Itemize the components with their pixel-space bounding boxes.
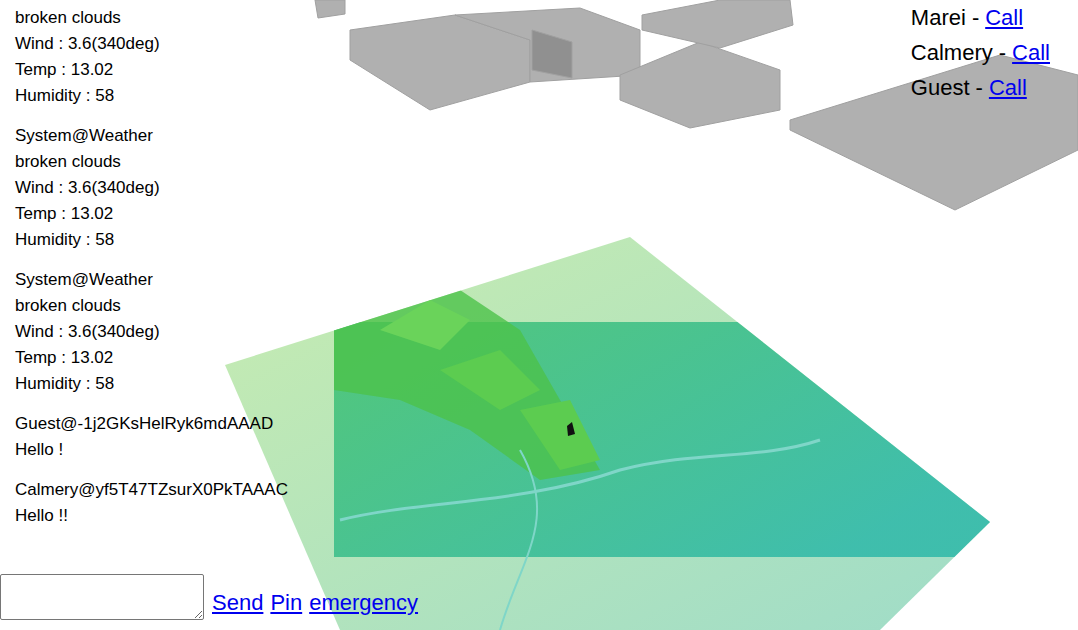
user-marker-icon — [567, 422, 575, 436]
chat-message: broken cloudsWind : 3.6(340deg)Temp : 13… — [15, 5, 288, 109]
chat-message: System@Weatherbroken cloudsWind : 3.6(34… — [15, 267, 288, 397]
message-line: Wind : 3.6(340deg) — [15, 175, 288, 201]
message-line: Temp : 13.02 — [15, 345, 288, 371]
message-line: Humidity : 58 — [15, 227, 288, 253]
message-line: Humidity : 58 — [15, 83, 288, 109]
message-line: broken clouds — [15, 149, 288, 175]
send-link[interactable]: Send — [212, 590, 263, 616]
user-row: Calmery-Call — [911, 35, 1050, 70]
message-line: Wind : 3.6(340deg) — [15, 31, 288, 57]
call-link[interactable]: Call — [1012, 35, 1050, 70]
call-link[interactable]: Call — [989, 70, 1027, 105]
message-input[interactable] — [0, 574, 204, 620]
message-line: Wind : 3.6(340deg) — [15, 319, 288, 345]
app: broken cloudsWind : 3.6(340deg)Temp : 13… — [0, 0, 1078, 630]
user-name: Calmery — [911, 35, 993, 70]
message-line: Hello !! — [15, 503, 288, 529]
separator: - — [999, 35, 1006, 70]
user-name: Marei — [911, 0, 966, 35]
chat-log: broken cloudsWind : 3.6(340deg)Temp : 13… — [0, 0, 288, 529]
buildings — [315, 0, 1078, 210]
separator: - — [972, 0, 979, 35]
message-line: Hello ! — [15, 437, 288, 463]
message-line: Guest@-1j2GKsHelRyk6mdAAAD — [15, 411, 288, 437]
user-list: Marei-CallCalmery-CallGuest-Call — [911, 0, 1050, 105]
chat-message: Guest@-1j2GKsHelRyk6mdAAADHello ! — [15, 411, 288, 463]
pin-link[interactable]: Pin — [270, 590, 302, 616]
chat-message: System@Weatherbroken cloudsWind : 3.6(34… — [15, 123, 288, 253]
user-row: Marei-Call — [911, 0, 1050, 35]
message-line: broken clouds — [15, 5, 288, 31]
composer-actions: Send Pin emergency — [212, 590, 418, 616]
emergency-link[interactable]: emergency — [309, 590, 418, 616]
message-line: broken clouds — [15, 293, 288, 319]
message-line: Temp : 13.02 — [15, 201, 288, 227]
separator: - — [976, 70, 983, 105]
call-link[interactable]: Call — [985, 0, 1023, 35]
message-line: System@Weather — [15, 123, 288, 149]
message-line: System@Weather — [15, 267, 288, 293]
user-row: Guest-Call — [911, 70, 1050, 105]
message-line: Humidity : 58 — [15, 371, 288, 397]
chat-message: Calmery@yf5T47TZsurX0PkTAAACHello !! — [15, 477, 288, 529]
message-line: Calmery@yf5T47TZsurX0PkTAAAC — [15, 477, 288, 503]
user-name: Guest — [911, 70, 970, 105]
composer: Send Pin emergency — [0, 574, 418, 620]
message-line: Temp : 13.02 — [15, 57, 288, 83]
